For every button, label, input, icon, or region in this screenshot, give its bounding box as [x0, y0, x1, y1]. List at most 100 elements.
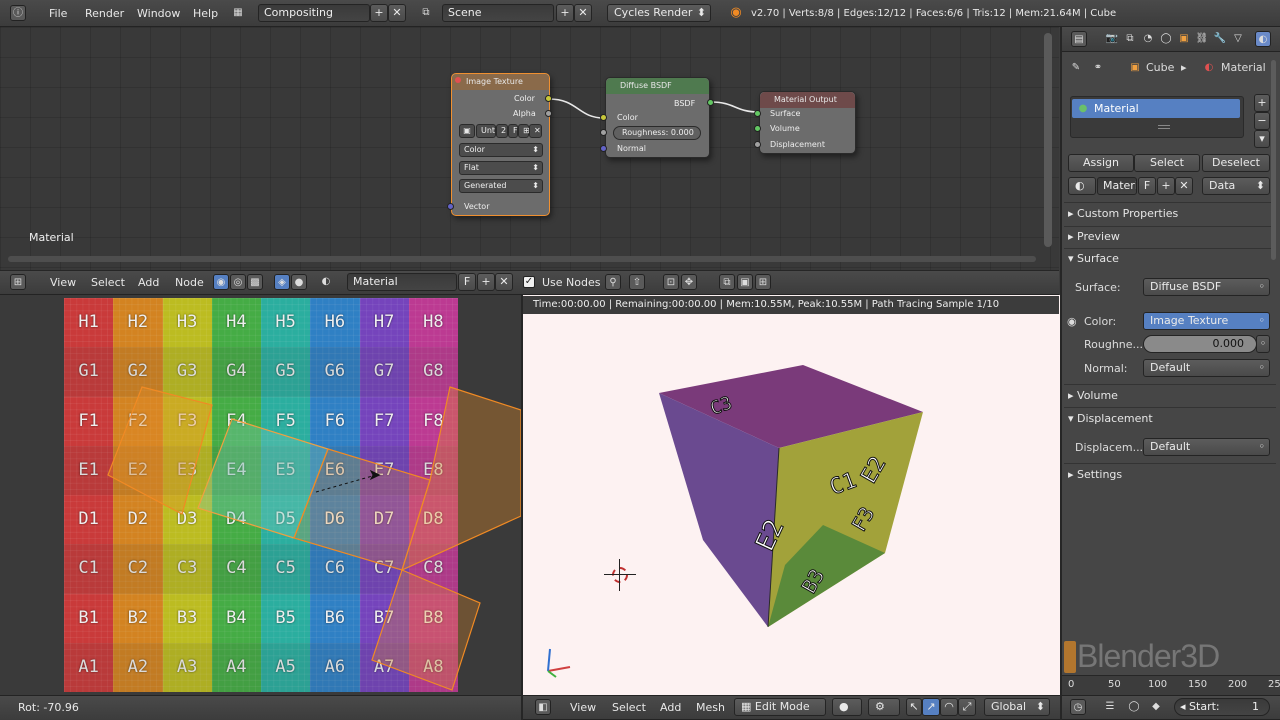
assign-button[interactable]: Assign — [1068, 154, 1134, 172]
menu-render[interactable]: Render — [85, 5, 124, 23]
editor-type-icon[interactable]: ⊞ — [10, 274, 26, 290]
keyframe-icon[interactable]: ◆ — [1148, 699, 1164, 715]
render-layers-tab-icon[interactable]: ⧉ — [1122, 31, 1138, 47]
snap-icon[interactable]: ⊡ — [663, 274, 679, 290]
deselect-button[interactable]: Deselect — [1202, 154, 1270, 172]
menu-help[interactable]: Help — [193, 5, 218, 23]
volume-panel[interactable]: ▸ Volume — [1068, 389, 1118, 403]
socket-roughness-in[interactable] — [600, 129, 607, 136]
node-header[interactable]: Diffuse BSDF — [606, 78, 709, 94]
socket-surface-in[interactable] — [754, 110, 761, 117]
editor-type-icon[interactable]: ◧ — [535, 699, 551, 715]
menu-view[interactable]: View — [570, 699, 596, 717]
image-users-field[interactable]: 2 — [496, 124, 508, 138]
viewport-shading-select[interactable]: ● — [832, 698, 862, 716]
pin-icon[interactable]: ✎ — [1068, 60, 1084, 76]
projection-select[interactable]: Flat ⬍ — [459, 161, 543, 175]
mode-select[interactable]: ▦ Edit Mode — [734, 698, 826, 716]
socket-alpha-out[interactable] — [545, 110, 552, 117]
remove-scene-button[interactable]: ✕ — [574, 4, 592, 22]
roughness-field[interactable]: Roughness: 0.000 — [613, 126, 701, 140]
socket-vector-in[interactable] — [447, 203, 454, 210]
list-resize-handle[interactable] — [1158, 125, 1170, 129]
constraints-tab-icon[interactable]: ⛓ — [1194, 31, 1210, 47]
parent-tree-icon[interactable]: ⇧ — [629, 274, 645, 290]
compositing-nodes-icon[interactable]: ◎ — [230, 274, 246, 290]
add-scene-button[interactable]: + — [556, 4, 574, 22]
paste-nodes-icon[interactable]: ▣ — [737, 274, 753, 290]
menu-file[interactable]: File — [49, 5, 67, 23]
node-header[interactable]: Material Output — [760, 92, 855, 108]
backdrop-icon[interactable]: ⊞ — [755, 274, 771, 290]
image-name-field[interactable]: Unt — [476, 124, 496, 138]
menu-mesh[interactable]: Mesh — [696, 699, 725, 717]
fake-user-button[interactable]: F — [458, 273, 476, 291]
socket-color-in[interactable] — [600, 114, 607, 121]
material-browse-button[interactable]: ◐ — [1068, 177, 1096, 195]
image-open-button[interactable]: ⊞ — [518, 124, 530, 138]
screen-layout-icon[interactable]: ▦ — [230, 5, 246, 21]
node-material-field[interactable]: Material — [347, 273, 457, 291]
scene-field[interactable]: Scene — [442, 4, 554, 22]
timeline[interactable] — [1062, 675, 1280, 695]
custom-properties-panel[interactable]: ▸ Custom Properties — [1068, 207, 1178, 221]
world-tab-icon[interactable]: ◯ — [1158, 31, 1174, 47]
material-sphere-icon[interactable]: ◐ — [318, 274, 334, 290]
socket-normal-in[interactable] — [600, 145, 607, 152]
mapping-select[interactable]: Generated ⬍ — [459, 179, 543, 193]
menu-add[interactable]: Add — [660, 699, 681, 717]
displacement-input-select[interactable]: Default ◦ — [1143, 438, 1270, 456]
shader-nodes-icon[interactable]: ◉ — [213, 274, 229, 290]
uv-editor[interactable]: H1H2H3H4H5H6H7H8G1G2G3G4G5G6G7G8F1F2F3F4… — [0, 295, 521, 695]
rotate-manipulator[interactable]: ◠ — [940, 698, 958, 716]
timeline-menu-icon[interactable]: ☰ — [1102, 699, 1118, 715]
start-frame-field[interactable]: ◂ Start: 1 — [1174, 698, 1270, 716]
editor-type-icon[interactable]: ◷ — [1070, 699, 1086, 715]
roughness-slider[interactable]: 0.000 — [1143, 335, 1257, 353]
add-slot-button[interactable]: + — [1254, 94, 1270, 112]
socket-volume-in[interactable] — [754, 125, 761, 132]
image-fake-user-button[interactable]: F — [508, 124, 518, 138]
pivot-select[interactable]: ⚙ — [868, 698, 900, 716]
menu-select[interactable]: Select — [612, 699, 646, 717]
new-material-button[interactable]: + — [477, 273, 495, 291]
image-browse-icon[interactable]: ▣ — [459, 124, 475, 138]
roughness-socket-button[interactable]: ◦ — [1256, 335, 1270, 353]
scene-icon[interactable]: ⧉ — [418, 5, 434, 21]
menu-window[interactable]: Window — [137, 5, 180, 23]
material-name-field[interactable]: Materi — [1097, 177, 1137, 195]
properties-scrollbar[interactable] — [1271, 60, 1276, 260]
material-fake-user-button[interactable]: F — [1138, 177, 1156, 195]
scale-manipulator[interactable]: ⤢ — [958, 698, 976, 716]
data-tab-icon[interactable]: ▽ — [1230, 31, 1246, 47]
object-shader-icon[interactable]: ◈ — [274, 274, 290, 290]
use-nodes-checkbox[interactable]: ✓ — [523, 276, 535, 288]
world-shader-icon[interactable]: ● — [291, 274, 307, 290]
copy-nodes-icon[interactable]: ⧉ — [719, 274, 735, 290]
add-screen-button[interactable]: + — [370, 4, 388, 22]
object-tab-icon[interactable]: ▣ — [1176, 31, 1192, 47]
modifiers-tab-icon[interactable]: 🔧 — [1212, 31, 1228, 47]
color-space-select[interactable]: Color ⬍ — [459, 143, 543, 157]
menu-node[interactable]: Node — [175, 274, 204, 292]
socket-displacement-in[interactable] — [754, 141, 761, 148]
node-header[interactable]: Image Texture — [452, 74, 549, 90]
material-tab-icon[interactable]: ◐ — [1255, 31, 1271, 47]
surface-panel[interactable]: ▾ Surface — [1068, 252, 1119, 266]
render-engine-select[interactable]: Cycles Render ⬍ — [607, 4, 711, 22]
material-new-button[interactable]: + — [1157, 177, 1175, 195]
record-icon[interactable]: ◯ — [1126, 699, 1142, 715]
color-input-select[interactable]: Image Texture ◦ — [1143, 312, 1270, 330]
material-link-select[interactable]: Data ⬍ — [1202, 177, 1270, 195]
menu-view[interactable]: View — [50, 274, 76, 292]
manipulator-toggle[interactable]: ↖ — [906, 698, 922, 716]
material-unlink-button[interactable]: ✕ — [1175, 177, 1193, 195]
socket-bsdf-out[interactable] — [707, 99, 714, 106]
editor-type-icon[interactable]: ▤ — [1071, 31, 1087, 47]
pin-tree-icon[interactable]: ⚲ — [605, 274, 621, 290]
displacement-panel[interactable]: ▾ Displacement — [1068, 412, 1153, 426]
slot-menu-button[interactable]: ▾ — [1254, 130, 1270, 148]
render-tab-icon[interactable]: 📷 — [1104, 31, 1120, 47]
texture-nodes-icon[interactable]: ▩ — [247, 274, 263, 290]
start-frame-left-arrow[interactable]: ◂ — [1180, 700, 1189, 713]
